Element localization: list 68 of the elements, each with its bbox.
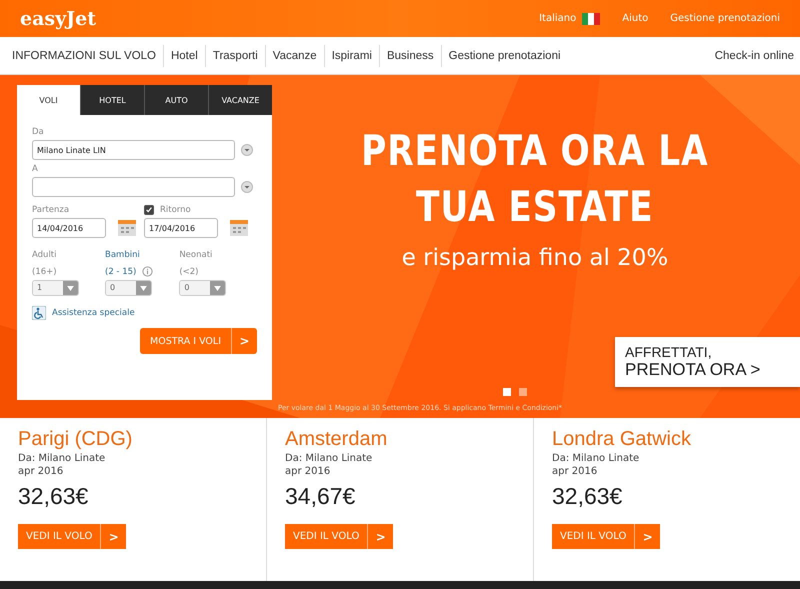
dropdown-icon[interactable]	[241, 181, 253, 193]
tab[interactable]: HOTEL	[80, 85, 144, 115]
arrow-button[interactable]: >	[231, 328, 257, 354]
subheadline: e risparmia fino al 20%	[402, 245, 668, 271]
checkin-link[interactable]: Check-in online	[714, 50, 794, 62]
caret-icon	[67, 286, 74, 290]
flag-icon	[582, 12, 600, 24]
passenger-label: Adulti	[32, 250, 58, 260]
info-icon[interactable]	[142, 266, 154, 277]
destination-title[interactable]: Amsterdam	[285, 428, 515, 451]
field-label: A	[32, 164, 39, 174]
age-range: (2 - 15)	[105, 267, 136, 277]
nav-item[interactable]: Ispirami	[324, 44, 379, 66]
passenger-select[interactable]: 0	[105, 280, 152, 296]
origin-text: Da: Milano Linate	[285, 453, 374, 464]
nav-item[interactable]: INFORMAZIONI SUL VOLO	[8, 44, 163, 66]
calendar-icon[interactable]	[118, 220, 136, 236]
nav-item[interactable]: Gestione prenotazioni	[440, 44, 568, 66]
tab[interactable]: VACANZE	[208, 85, 272, 115]
destination-title[interactable]: Parigi (CDG)	[18, 428, 248, 451]
price: 32,63€	[18, 483, 90, 510]
view-flight-button[interactable]: VEDI IL VOLO	[285, 524, 368, 549]
view-flight-button[interactable]: VEDI IL VOLO	[18, 524, 100, 549]
date-field[interactable]: 14/04/2016	[32, 218, 106, 238]
age-range: (16+)	[32, 267, 57, 277]
cta-button[interactable]: AFFRETTATI, PRENOTA ORA >	[615, 337, 800, 387]
nav-item[interactable]: Vacanze	[264, 44, 324, 66]
date-field[interactable]: 17/04/2016	[144, 218, 218, 238]
origin-field[interactable]: Milano Linate LIN	[32, 140, 235, 160]
headline: TUA ESTATE	[416, 181, 654, 233]
arrow-button[interactable]: >	[367, 524, 394, 549]
destination-field[interactable]	[32, 177, 235, 197]
view-flight-button[interactable]: VEDI IL VOLO	[552, 524, 634, 549]
field-label: Partenza	[32, 205, 70, 215]
price: 32,63€	[552, 483, 624, 510]
field-label: Ritorno	[160, 205, 191, 215]
search-flights-button[interactable]: MOSTRA I VOLI	[140, 328, 231, 354]
date-text: apr 2016	[18, 466, 64, 477]
arrow-button[interactable]: >	[100, 524, 126, 549]
origin-text: Da: Milano Linate	[18, 453, 106, 464]
age-range: (<2)	[179, 267, 198, 277]
caret-icon	[214, 286, 222, 290]
language-link[interactable]: Italiano	[539, 13, 576, 24]
price: 34,67€	[285, 483, 356, 510]
passenger-select[interactable]: 0	[179, 280, 226, 296]
nav-item[interactable]: Trasporti	[204, 44, 265, 66]
origin-text: Da: Milano Linate	[552, 453, 640, 464]
passenger-select[interactable]: 1	[32, 280, 79, 296]
calendar-icon[interactable]	[230, 220, 248, 236]
checkbox[interactable]	[144, 204, 154, 214]
nav-item[interactable]: Hotel	[162, 44, 205, 66]
dropdown-icon[interactable]	[241, 144, 253, 156]
passenger-label: Neonati	[179, 250, 214, 260]
header-link[interactable]: Aiuto	[622, 13, 648, 24]
tab[interactable]: AUTO	[144, 85, 208, 115]
wheelchair-icon	[32, 306, 46, 320]
passenger-label: Bambini	[105, 250, 141, 260]
date-text: apr 2016	[285, 466, 332, 477]
destination-title[interactable]: Londra Gatwick	[552, 428, 782, 451]
assistance-link[interactable]: Assistenza speciale	[52, 308, 135, 318]
caret-icon	[140, 286, 147, 290]
arrow-button[interactable]: >	[634, 524, 660, 549]
nav-item[interactable]: Business	[378, 44, 441, 66]
date-text: apr 2016	[552, 466, 598, 477]
header-link[interactable]: Gestione prenotazioni	[670, 13, 780, 24]
logo[interactable]: easyJet	[20, 8, 96, 30]
field-label: Da	[32, 127, 45, 137]
headline: PRENOTA ORA LA	[361, 125, 709, 177]
